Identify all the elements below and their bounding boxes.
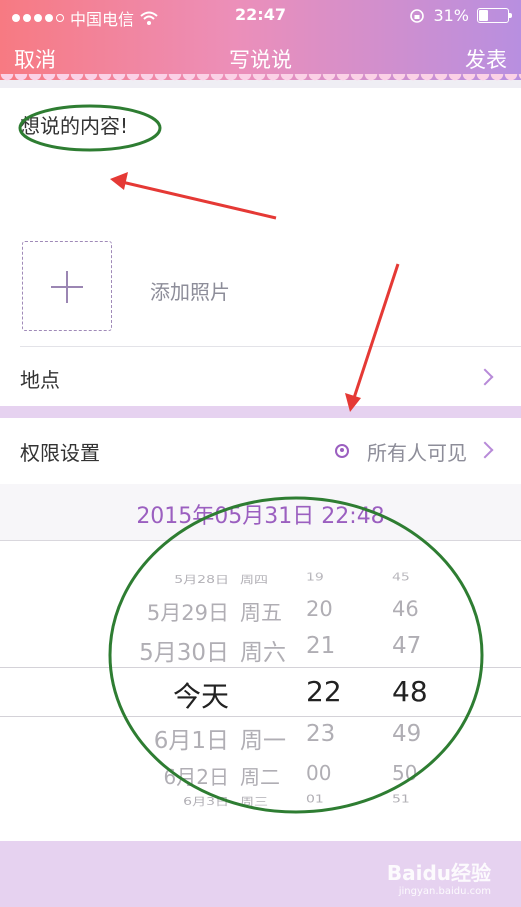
permission-row[interactable]: 权限设置 所有人可见 bbox=[0, 418, 521, 485]
rotation-lock-icon bbox=[410, 8, 425, 23]
battery-icon bbox=[477, 8, 512, 23]
datetime-header[interactable]: 2015年05月31日 22:48 bbox=[0, 484, 521, 541]
add-photo-button[interactable] bbox=[22, 241, 112, 331]
divider bbox=[20, 346, 521, 347]
picker-row[interactable]: 5月30日 周六 21 47 bbox=[0, 633, 521, 666]
compose-card: 想说的内容! 添加照片 地点 bbox=[0, 88, 521, 406]
watermark-url: jingyan.baidu.com bbox=[398, 886, 491, 897]
bottom-bar: Baidu经验 jingyan.baidu.com bbox=[0, 841, 521, 907]
watermark: Baidu经验 jingyan.baidu.com bbox=[387, 857, 491, 897]
picker-row[interactable]: 6月3日 周三 01 51 bbox=[0, 794, 521, 809]
page-title: 写说说 bbox=[229, 48, 292, 72]
permission-value: 所有人可见 bbox=[367, 441, 467, 465]
permission-label: 权限设置 bbox=[20, 441, 100, 465]
publish-button[interactable]: 发表 bbox=[465, 44, 507, 74]
compose-screen: 中国电信 22:47 31% 取消 写说说 发表 想说的内容! 添加照片 地点 … bbox=[0, 0, 521, 907]
location-row[interactable]: 地点 bbox=[20, 364, 60, 393]
picker-row[interactable]: 6月1日 周一 23 49 bbox=[0, 721, 521, 754]
picker-row[interactable]: 5月29日 周五 20 46 bbox=[0, 597, 521, 625]
picker-row[interactable]: 5月28日 周四 19 45 bbox=[0, 572, 521, 587]
selected-datetime: 2015年05月31日 22:48 bbox=[136, 504, 385, 529]
chevron-right-icon bbox=[476, 441, 494, 459]
chevron-right-icon bbox=[476, 368, 494, 386]
battery-percent: 31% bbox=[433, 6, 469, 25]
datetime-picker[interactable]: 5月28日 周四 19 45 5月29日 周五 20 46 5月30日 周六 2… bbox=[0, 541, 521, 841]
status-bar: 中国电信 22:47 31% bbox=[0, 0, 521, 30]
section-separator bbox=[0, 406, 521, 418]
navigation-bar: 取消 写说说 发表 bbox=[0, 40, 521, 76]
picker-row[interactable]: 6月2日 周二 00 50 bbox=[0, 761, 521, 789]
picker-row-selected[interactable]: 今天 22 48 bbox=[0, 675, 521, 713]
scalloped-edge bbox=[0, 74, 521, 88]
add-photo-label: 添加照片 bbox=[150, 280, 230, 304]
post-text-input[interactable]: 想说的内容! bbox=[20, 110, 128, 139]
visibility-icon bbox=[335, 444, 349, 458]
watermark-brand: Baidu经验 bbox=[386, 861, 491, 885]
